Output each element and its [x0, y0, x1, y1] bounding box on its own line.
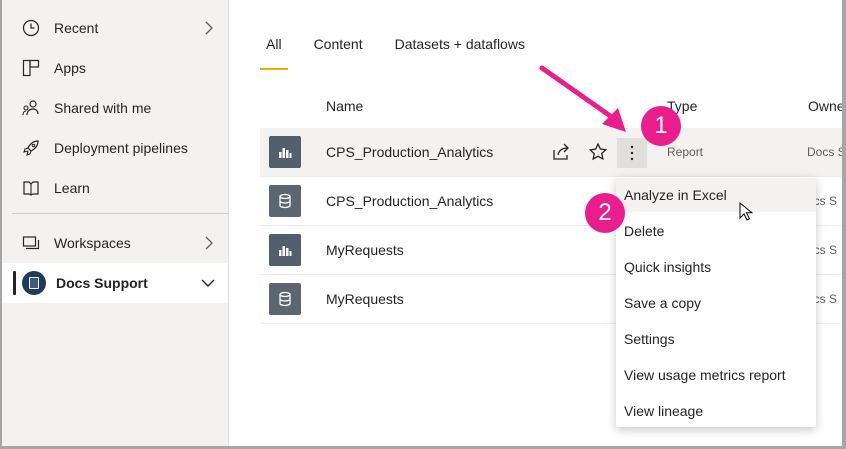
annotation-arrow-icon	[539, 65, 626, 132]
workspace-avatar	[22, 271, 46, 295]
sidebar-item-label: Docs Support	[56, 275, 148, 291]
dataset-icon	[269, 283, 301, 315]
tab-content[interactable]: Content	[308, 34, 369, 62]
callout-badge-2: 2	[585, 193, 625, 233]
menu-item-quick-insights[interactable]: Quick insights	[616, 250, 816, 284]
item-name[interactable]: MyRequests	[326, 291, 404, 307]
column-header-owner[interactable]: Owne	[808, 98, 842, 114]
book-icon	[23, 181, 39, 196]
report-icon	[269, 136, 301, 168]
column-header-name[interactable]: Name	[326, 98, 363, 114]
menu-item-view-lineage[interactable]: View lineage	[616, 394, 816, 428]
sidebar-item-apps[interactable]: Apps	[2, 48, 228, 88]
item-name[interactable]: MyRequests	[326, 242, 404, 258]
sidebar-item-label: Workspaces	[54, 235, 131, 251]
more-vertical-icon	[630, 145, 634, 161]
more-options-button[interactable]	[617, 138, 647, 168]
sidebar-item-label: Recent	[54, 20, 99, 36]
sidebar-item-label: Learn	[54, 180, 90, 196]
item-name[interactable]: CPS_Production_Analytics	[326, 193, 493, 209]
sidebar-item-workspaces[interactable]: Workspaces	[2, 223, 228, 263]
sidebar: Recent Apps Shared with me Deployment pi…	[2, 0, 229, 446]
app-frame: Recent Apps Shared with me Deployment pi…	[2, 0, 842, 446]
item-type: Report	[667, 145, 704, 159]
mouse-cursor-icon	[739, 202, 753, 221]
content-tabs: All Content Datasets + dataflows	[260, 34, 551, 70]
active-indicator	[13, 271, 16, 295]
tab-datasets[interactable]: Datasets + dataflows	[389, 34, 531, 62]
item-owner: Docs S	[807, 145, 842, 159]
sidebar-divider	[12, 213, 228, 214]
sidebar-item-label: Deployment pipelines	[54, 140, 188, 156]
item-name[interactable]: CPS_Production_Analytics	[326, 144, 493, 160]
menu-item-save-a-copy[interactable]: Save a copy	[616, 286, 816, 320]
report-icon	[269, 234, 301, 266]
callout-badge-1: 1	[641, 106, 681, 146]
menu-item-settings[interactable]: Settings	[616, 322, 816, 356]
sidebar-item-deployment[interactable]: Deployment pipelines	[2, 128, 228, 168]
rocket-icon	[23, 140, 39, 156]
sidebar-item-learn[interactable]: Learn	[2, 168, 228, 208]
sidebar-item-label: Shared with me	[54, 100, 152, 116]
shared-icon	[22, 100, 39, 116]
sidebar-item-recent[interactable]: Recent	[2, 8, 228, 48]
sidebar-item-docs-support[interactable]: Docs Support	[2, 263, 228, 303]
chevron-down-icon[interactable]	[200, 276, 216, 290]
context-menu: Analyze in Excel Delete Quick insights S…	[616, 177, 816, 427]
menu-item-delete[interactable]: Delete	[616, 214, 816, 248]
apps-icon	[22, 59, 40, 77]
menu-item-analyze-in-excel[interactable]: Analyze in Excel	[616, 178, 816, 212]
share-icon[interactable]	[549, 140, 573, 164]
dataset-icon	[269, 185, 301, 217]
chevron-right-icon[interactable]	[202, 236, 216, 250]
tab-all[interactable]: All	[260, 34, 288, 70]
star-icon[interactable]	[586, 140, 610, 164]
workspaces-icon	[22, 236, 40, 250]
sidebar-item-label: Apps	[54, 60, 86, 76]
clock-icon	[22, 19, 40, 37]
menu-item-view-usage-metrics[interactable]: View usage metrics report	[616, 358, 816, 392]
chevron-right-icon[interactable]	[202, 21, 216, 35]
sidebar-item-shared[interactable]: Shared with me	[2, 88, 228, 128]
